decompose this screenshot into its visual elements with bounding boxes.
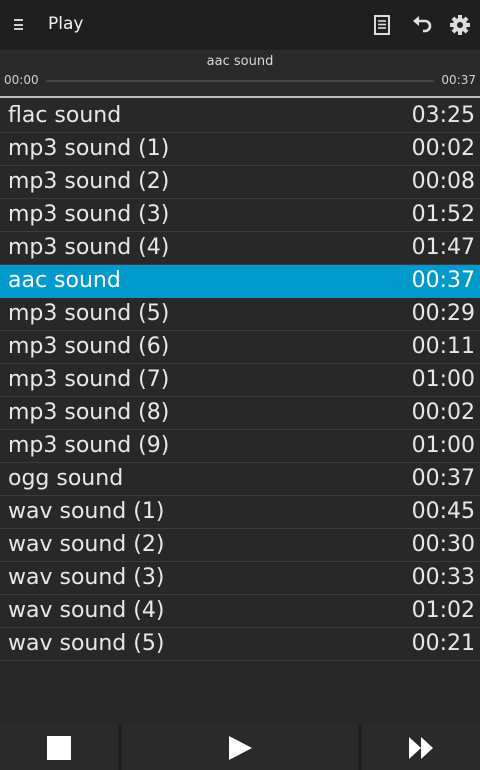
track-duration: 01:00 xyxy=(411,367,475,392)
track-name: wav sound (2) xyxy=(8,532,165,557)
playlist-row[interactable]: mp3 sound (4) 01:47 xyxy=(0,232,480,265)
track-duration: 00:30 xyxy=(411,532,475,557)
stop-button[interactable] xyxy=(0,725,118,770)
track-duration: 00:45 xyxy=(411,499,475,524)
track-duration: 01:02 xyxy=(411,598,475,623)
track-name: mp3 sound (8) xyxy=(8,400,170,425)
track-duration: 00:33 xyxy=(411,565,475,590)
track-duration: 00:02 xyxy=(411,136,475,161)
undo-icon[interactable] xyxy=(410,13,434,37)
track-duration: 00:29 xyxy=(411,301,475,326)
playlist-icon[interactable] xyxy=(370,13,394,37)
track-name: wav sound (1) xyxy=(8,499,165,524)
track-name: mp3 sound (4) xyxy=(8,235,170,260)
track-name: mp3 sound (5) xyxy=(8,301,170,326)
track-name: mp3 sound (6) xyxy=(8,334,170,359)
track-name: ogg sound xyxy=(8,466,124,491)
action-bar: Play xyxy=(0,0,480,50)
track-duration: 00:11 xyxy=(411,334,475,359)
track-name: flac sound xyxy=(8,103,122,128)
elapsed-time: 00:00 xyxy=(4,73,39,87)
track-duration: 00:02 xyxy=(411,400,475,425)
total-time: 00:37 xyxy=(441,73,476,87)
playlist-row[interactable]: aac sound 00:37 xyxy=(0,265,480,298)
fast-forward-icon xyxy=(409,736,433,759)
play-icon xyxy=(229,735,252,760)
playlist: flac sound 03:25 mp3 sound (1) 00:02 mp3 sou… xyxy=(0,100,480,661)
playlist-row[interactable]: mp3 sound (7) 01:00 xyxy=(0,364,480,397)
playlist-row[interactable]: ogg sound 00:37 xyxy=(0,463,480,496)
track-duration: 01:52 xyxy=(411,202,475,227)
track-name: wav sound (4) xyxy=(8,598,165,623)
playlist-row[interactable]: wav sound (2) 00:30 xyxy=(0,529,480,562)
stop-icon xyxy=(47,735,71,760)
track-duration: 00:37 xyxy=(411,466,475,491)
track-duration: 00:08 xyxy=(411,169,475,194)
playlist-row[interactable]: mp3 sound (1) 00:02 xyxy=(0,133,480,166)
track-duration: 03:25 xyxy=(411,103,475,128)
track-name: aac sound xyxy=(8,268,121,293)
track-duration: 00:37 xyxy=(411,268,475,293)
playlist-row[interactable]: mp3 sound (3) 01:52 xyxy=(0,199,480,232)
playlist-row[interactable]: mp3 sound (5) 00:29 xyxy=(0,298,480,331)
menu-icon[interactable] xyxy=(14,19,23,30)
track-name: mp3 sound (1) xyxy=(8,136,170,161)
track-name: wav sound (3) xyxy=(8,565,165,590)
track-name: mp3 sound (2) xyxy=(8,169,170,194)
track-duration: 01:47 xyxy=(411,235,475,260)
track-duration: 00:21 xyxy=(411,631,475,656)
playlist-row[interactable]: wav sound (5) 00:21 xyxy=(0,628,480,661)
playback-controls xyxy=(0,724,480,770)
track-name: mp3 sound (9) xyxy=(8,433,170,458)
fast-forward-button[interactable] xyxy=(362,725,480,770)
playlist-row[interactable]: mp3 sound (8) 00:02 xyxy=(0,397,480,430)
gear-icon[interactable] xyxy=(448,13,472,37)
play-button[interactable] xyxy=(122,725,358,770)
playlist-row[interactable]: mp3 sound (9) 01:00 xyxy=(0,430,480,463)
playlist-row[interactable]: wav sound (4) 01:02 xyxy=(0,595,480,628)
seek-bar[interactable] xyxy=(46,80,434,82)
track-name: wav sound (5) xyxy=(8,631,165,656)
now-playing-title: aac sound xyxy=(206,54,274,69)
now-playing-panel: aac sound 00:00 00:37 xyxy=(0,50,480,98)
playlist-row[interactable]: wav sound (1) 00:45 xyxy=(0,496,480,529)
playlist-row[interactable]: wav sound (3) 00:33 xyxy=(0,562,480,595)
playlist-row[interactable]: mp3 sound (6) 00:11 xyxy=(0,331,480,364)
page-title[interactable]: Play xyxy=(48,14,83,34)
track-duration: 01:00 xyxy=(411,433,475,458)
track-name: mp3 sound (3) xyxy=(8,202,170,227)
playlist-row[interactable]: flac sound 03:25 xyxy=(0,100,480,133)
playlist-row[interactable]: mp3 sound (2) 00:08 xyxy=(0,166,480,199)
track-name: mp3 sound (7) xyxy=(8,367,170,392)
